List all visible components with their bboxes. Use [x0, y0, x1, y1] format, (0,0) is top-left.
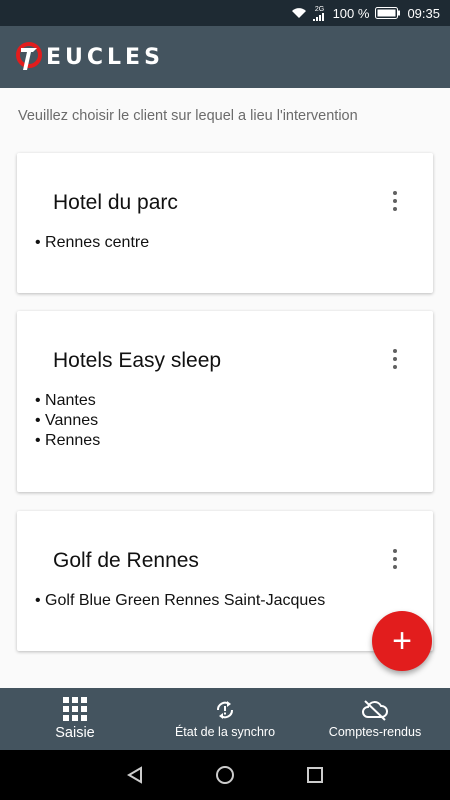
client-card[interactable]: Hotels Easy sleep Nantes Vannes Rennes — [17, 311, 433, 492]
more-vert-icon[interactable] — [391, 191, 399, 211]
nav-label: Comptes-rendus — [328, 725, 422, 739]
nav-sync-status[interactable]: État de la synchro — [150, 688, 300, 750]
clock: 09:35 — [407, 5, 440, 21]
instruction-text: Veuillez choisir le client sur lequel a … — [18, 108, 358, 124]
system-nav-bar — [0, 750, 450, 800]
nav-reports[interactable]: Comptes-rendus — [300, 688, 450, 750]
site-list: Golf Blue Green Rennes Saint-Jacques — [35, 591, 325, 611]
site-list: Nantes Vannes Rennes — [35, 391, 100, 451]
client-card[interactable]: Hotel du parc Rennes centre — [17, 153, 433, 293]
home-icon[interactable] — [215, 765, 235, 785]
battery-icon — [375, 7, 401, 19]
client-name: Hotel du parc — [53, 191, 178, 214]
site-item: Nantes — [35, 391, 100, 411]
client-card[interactable]: Golf de Rennes Golf Blue Green Rennes Sa… — [17, 511, 433, 651]
site-item: Vannes — [35, 411, 100, 431]
plus-icon: + — [392, 621, 412, 660]
network-type: 2G — [314, 5, 325, 13]
sync-icon — [217, 701, 233, 719]
recents-icon[interactable] — [306, 766, 324, 784]
app-bar: EUCLES — [0, 26, 450, 88]
nav-label: Saisie — [55, 725, 95, 741]
status-bar: 2G 100 % 09:35 — [0, 0, 450, 26]
add-client-button[interactable]: + — [372, 611, 432, 671]
battery-percent: 100 % — [332, 5, 370, 21]
wifi-icon — [291, 7, 307, 19]
eucles-logo-icon — [16, 42, 42, 70]
site-item: Rennes centre — [35, 233, 149, 253]
grid-icon — [63, 697, 87, 721]
client-name: Hotels Easy sleep — [53, 349, 222, 372]
more-vert-icon[interactable] — [391, 349, 399, 369]
site-item: Rennes — [35, 431, 100, 451]
client-name: Golf de Rennes — [53, 549, 199, 572]
nav-saisie[interactable]: Saisie — [0, 688, 150, 750]
signal-icon: 2G — [312, 5, 327, 21]
back-icon[interactable] — [126, 766, 144, 784]
site-list: Rennes centre — [35, 233, 149, 253]
client-list: Veuillez choisir le client sur lequel a … — [0, 88, 450, 688]
nav-label: État de la synchro — [174, 725, 276, 739]
site-item: Golf Blue Green Rennes Saint-Jacques — [35, 591, 325, 611]
more-vert-icon[interactable] — [391, 549, 399, 569]
app-logo-text: EUCLES — [46, 44, 164, 70]
cloud-off-icon — [362, 700, 388, 721]
bottom-nav: Saisie État de la synchro Comptes-rendus — [0, 688, 450, 750]
